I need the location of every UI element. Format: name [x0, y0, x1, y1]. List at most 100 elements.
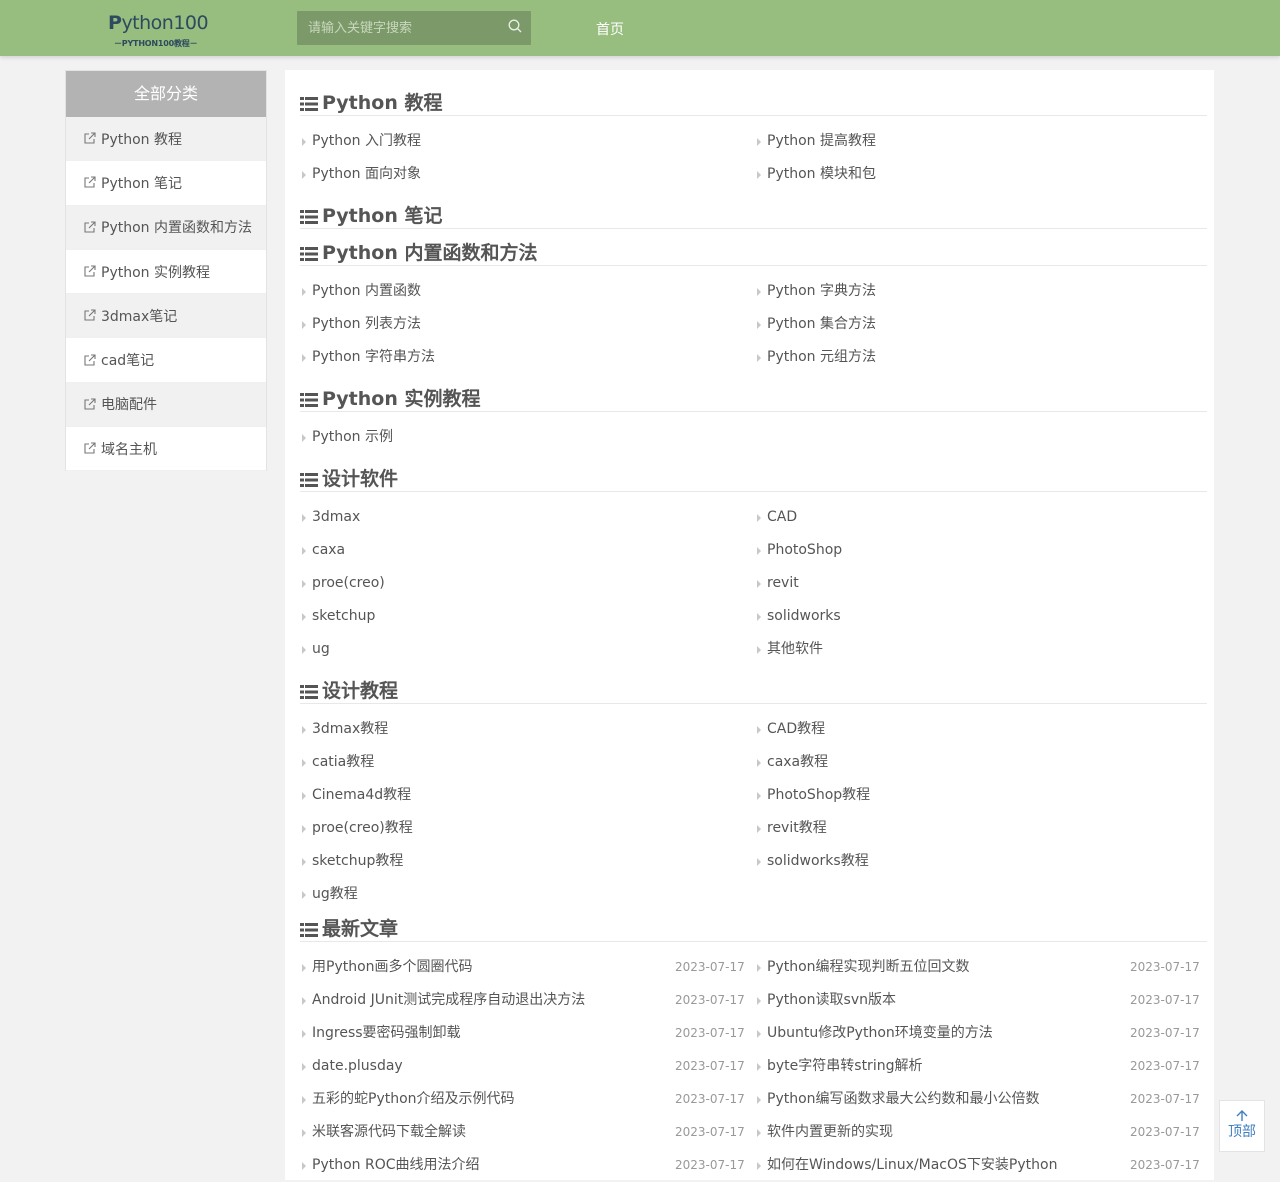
article-date: 2023-07-17 — [675, 1092, 745, 1106]
section-title-text: Python 实例教程 — [322, 388, 481, 410]
article-link[interactable]: byte字符串转string解析 — [755, 1050, 922, 1083]
sidebar-item[interactable]: 电脑配件 — [66, 382, 266, 428]
sidebar-item[interactable]: 3dmax笔记 — [66, 294, 266, 339]
section-link[interactable]: ug — [300, 633, 330, 666]
section-title-text: Python 内置函数和方法 — [322, 242, 538, 264]
article-link[interactable]: 米联客源代码下载全解读 — [300, 1116, 466, 1149]
list-icon — [300, 97, 318, 111]
article-link[interactable]: Python编程实现判断五位回文数 — [755, 951, 970, 984]
search-input[interactable] — [297, 11, 497, 45]
top-header: Python100 －PYTHON100教程－ 首页 — [0, 0, 1280, 56]
article-date: 2023-07-17 — [1130, 1059, 1200, 1073]
section-link[interactable]: Python 字典方法 — [755, 275, 876, 308]
external-link-icon — [84, 221, 96, 233]
arrow-up-icon — [1236, 1110, 1248, 1121]
external-link-icon — [84, 398, 96, 410]
section-link[interactable]: proe(creo) — [300, 567, 385, 600]
section-link[interactable]: solidworks教程 — [755, 845, 869, 878]
section-link[interactable]: sketchup — [300, 600, 375, 633]
section-link[interactable]: catia教程 — [300, 746, 374, 779]
sidebar-item[interactable]: cad笔记 — [66, 338, 266, 383]
section-link[interactable]: PhotoShop教程 — [755, 779, 870, 812]
article-link[interactable]: Python ROC曲线用法介绍 — [300, 1149, 480, 1182]
sidebar-item-label: Python 笔记 — [101, 175, 182, 192]
section-link[interactable]: solidworks — [755, 600, 841, 633]
article-date: 2023-07-17 — [1130, 1026, 1200, 1040]
category-section: 设计教程 3dmax教程 CAD教程 catia教程 caxa教程 Cinema4d教程 P… — [300, 666, 1207, 902]
sidebar-item-label: Python 教程 — [101, 131, 182, 148]
article-link[interactable]: 五彩的蛇Python介绍及示例代码 — [300, 1083, 515, 1116]
article-link[interactable]: Python编写函数求最大公约数和最小公倍数 — [755, 1083, 1040, 1116]
section-link[interactable]: CAD — [755, 501, 797, 534]
section-title: Python 实例教程 — [300, 374, 1207, 412]
category-section: Python 内置函数和方法 Python 内置函数 Python 字典方法 Pyth… — [300, 228, 1207, 365]
search-icon[interactable] — [508, 19, 522, 33]
section-link[interactable]: Python 内置函数 — [300, 275, 421, 308]
article-link[interactable]: Ingress要密码强制卸载 — [300, 1017, 461, 1050]
back-to-top-button[interactable]: 顶部 — [1219, 1100, 1265, 1152]
article-link[interactable]: 软件内置更新的实现 — [755, 1116, 893, 1149]
list-icon — [300, 247, 318, 261]
section-link[interactable]: Python 字符串方法 — [300, 341, 435, 374]
sidebar-list: Python 教程 Python 笔记 Python 内置函数和方法 Python 实… — [66, 117, 266, 472]
article-date: 2023-07-17 — [675, 1125, 745, 1139]
sidebar-item[interactable]: Python 笔记 — [66, 161, 266, 206]
section-title-text: 设计教程 — [322, 680, 399, 702]
section-link[interactable]: caxa — [300, 534, 345, 567]
section-title: 设计软件 — [300, 454, 1207, 492]
section-link[interactable]: Python 列表方法 — [300, 308, 421, 341]
sidebar-item-label: 3dmax笔记 — [101, 308, 178, 325]
external-link-icon — [84, 442, 96, 454]
article-date: 2023-07-17 — [675, 993, 745, 1007]
section-title: Python 笔记 — [300, 191, 1207, 229]
article-date: 2023-07-17 — [675, 960, 745, 974]
latest-articles-title: 最新文章 — [300, 904, 1207, 942]
list-icon — [300, 685, 318, 699]
section-link[interactable]: CAD教程 — [755, 713, 825, 746]
section-link[interactable]: revit — [755, 567, 799, 600]
sidebar-item[interactable]: Python 实例教程 — [66, 249, 266, 295]
article-link[interactable]: Android JUnit测试完成程序自动退出决方法 — [300, 984, 585, 1017]
section-link[interactable]: 其他软件 — [755, 633, 823, 666]
section-link[interactable]: PhotoShop — [755, 534, 842, 567]
sidebar-item[interactable]: Python 教程 — [66, 117, 266, 162]
section-link[interactable]: revit教程 — [755, 812, 827, 845]
article-link[interactable]: 如何在Windows/Linux/MacOS下安装Python — [755, 1149, 1057, 1182]
sidebar-heading: 全部分类 — [66, 71, 266, 117]
external-link-icon — [84, 132, 96, 144]
external-link-icon — [84, 309, 96, 321]
article-link[interactable]: Python读取svn版本 — [755, 984, 896, 1017]
logo-subtitle: －PYTHON100教程－ — [114, 39, 198, 48]
article-date: 2023-07-17 — [1130, 993, 1200, 1007]
section-link[interactable]: caxa教程 — [755, 746, 828, 779]
section-link[interactable]: Python 示例 — [300, 421, 393, 454]
section-link[interactable]: Python 模块和包 — [755, 158, 876, 191]
category-sidebar: 全部分类 Python 教程 Python 笔记 Python 内置函数和方法 Pyt… — [65, 70, 267, 472]
section-link[interactable]: proe(creo)教程 — [300, 812, 413, 845]
back-to-top-label: 顶部 — [1228, 1124, 1256, 1140]
section-title: 设计教程 — [300, 666, 1207, 704]
article-date: 2023-07-17 — [675, 1026, 745, 1040]
section-link[interactable]: sketchup教程 — [300, 845, 403, 878]
article-date: 2023-07-17 — [1130, 960, 1200, 974]
article-link[interactable]: Ubuntu修改Python环境变量的方法 — [755, 1017, 993, 1050]
section-link[interactable]: Cinema4d教程 — [300, 779, 411, 812]
section-link[interactable]: Python 集合方法 — [755, 308, 876, 341]
article-link[interactable]: 用Python画多个圆圈代码 — [300, 951, 473, 984]
article-date: 2023-07-17 — [1130, 1158, 1200, 1172]
section-link[interactable]: 3dmax — [300, 501, 360, 534]
sidebar-item-label: Python 内置函数和方法 — [101, 220, 252, 237]
section-link[interactable]: Python 入门教程 — [300, 125, 421, 158]
nav-home-link[interactable]: 首页 — [596, 19, 624, 39]
section-link[interactable]: Python 面向对象 — [300, 158, 421, 191]
article-link[interactable]: date.plusday — [300, 1050, 403, 1083]
site-logo[interactable]: Python100 －PYTHON100教程－ — [108, 9, 209, 49]
category-section: Python 实例教程 Python 示例 — [300, 374, 1207, 445]
section-link[interactable]: 3dmax教程 — [300, 713, 388, 746]
section-title-text: 最新文章 — [322, 918, 399, 940]
section-link[interactable]: Python 元组方法 — [755, 341, 876, 374]
sidebar-item[interactable]: Python 内置函数和方法 — [66, 205, 266, 250]
section-link[interactable]: Python 提高教程 — [755, 125, 876, 158]
sidebar-item[interactable]: 域名主机 — [66, 427, 266, 472]
external-link-icon — [84, 176, 96, 188]
